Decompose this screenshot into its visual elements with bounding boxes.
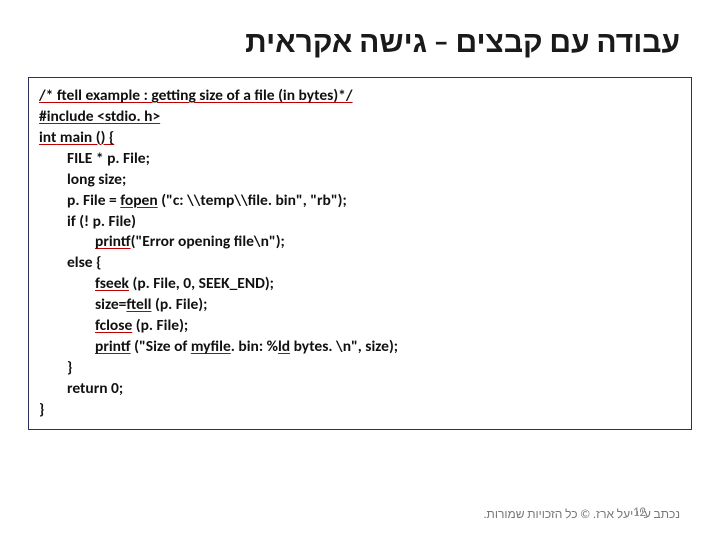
code-line: printf("Error opening file\n"); — [39, 232, 681, 253]
slide-title: עבודה עם קבצים – גישה אקראית — [0, 0, 720, 71]
code-line: #include <stdio. h> — [39, 107, 681, 128]
page-number: 12 — [633, 505, 646, 520]
code-line: fclose (p. File); — [39, 316, 681, 337]
code-line: /* ftell example : getting size of a fil… — [39, 86, 681, 107]
code-line: } — [39, 400, 681, 421]
code-line: else { — [39, 253, 681, 274]
code-line: FILE * p. File; — [39, 149, 681, 170]
code-line: if (! p. File) — [39, 212, 681, 233]
code-line: p. File = fopen ("c: \\temp\\file. bin",… — [39, 191, 681, 212]
code-line: size=ftell (p. File); — [39, 295, 681, 316]
slide: עבודה עם קבצים – גישה אקראית /* ftell ex… — [0, 0, 720, 540]
code-line: long size; — [39, 170, 681, 191]
copyright-text: נכתב ע"י יעל ארז. © כל הזכויות שמורות. — [484, 507, 680, 522]
code-line: return 0; — [39, 379, 681, 400]
footer: נכתב ע"י יעל ארז. © כל הזכויות שמורות. 1… — [40, 507, 680, 522]
code-line: } — [39, 358, 681, 379]
code-block: /* ftell example : getting size of a fil… — [28, 77, 692, 430]
code-line: printf ("Size of myfile. bin: %ld bytes.… — [39, 337, 681, 358]
code-line: int main () { — [39, 128, 681, 149]
code-line: fseek (p. File, 0, SEEK_END); — [39, 274, 681, 295]
